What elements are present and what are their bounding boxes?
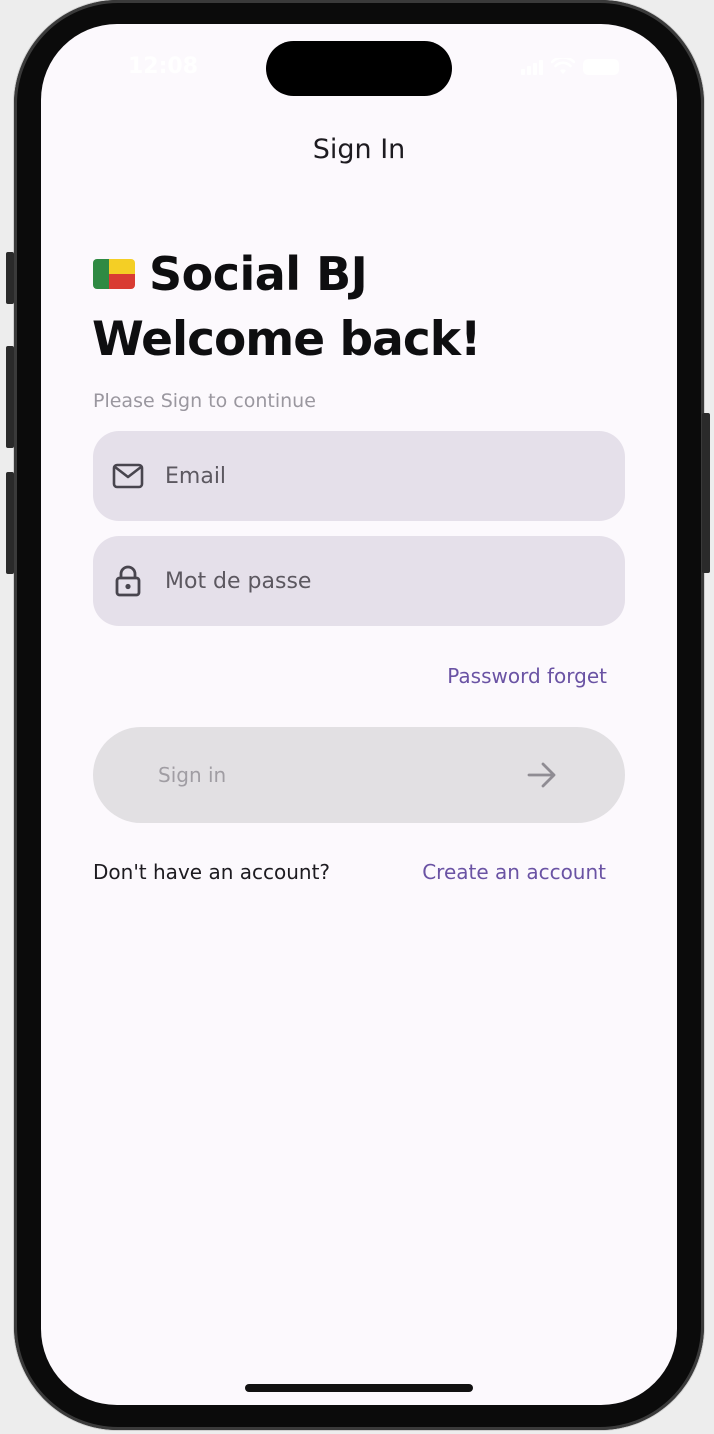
welcome-heading: Welcome back! [92, 312, 481, 367]
status-icons [521, 58, 619, 76]
subtitle: Please Sign to continue [93, 390, 316, 412]
password-field[interactable]: Mot de passe [93, 536, 625, 626]
password-placeholder: Mot de passe [165, 568, 312, 594]
sign-in-button[interactable]: Sign in [93, 727, 625, 823]
signal-icon [521, 59, 543, 75]
brand-name: Social BJ [149, 247, 368, 301]
sign-in-label: Sign in [158, 763, 227, 787]
mail-icon [111, 459, 145, 493]
email-field[interactable]: Email [93, 431, 625, 521]
account-row: Don't have an account? Create an account [93, 860, 606, 884]
app-screen: 12:08 Sign In Social BJ Welcome back! Pl… [41, 24, 677, 1405]
forgot-password-link[interactable]: Password forget [447, 664, 607, 688]
dynamic-island [266, 41, 452, 96]
benin-flag-icon [93, 259, 135, 289]
home-indicator [245, 1384, 473, 1392]
brand: Social BJ [93, 247, 368, 301]
power-button [702, 413, 710, 573]
lock-icon [111, 564, 145, 598]
create-account-link[interactable]: Create an account [422, 860, 606, 884]
wifi-icon [551, 58, 575, 74]
volume-up-button [6, 346, 14, 448]
no-account-text: Don't have an account? [93, 860, 331, 884]
status-time: 12:08 [128, 54, 199, 79]
volume-down-button [6, 472, 14, 574]
page-title: Sign In [312, 134, 406, 165]
arrow-right-icon [527, 762, 556, 788]
email-placeholder: Email [165, 463, 227, 489]
action-button [6, 252, 14, 304]
battery-icon [583, 59, 619, 75]
